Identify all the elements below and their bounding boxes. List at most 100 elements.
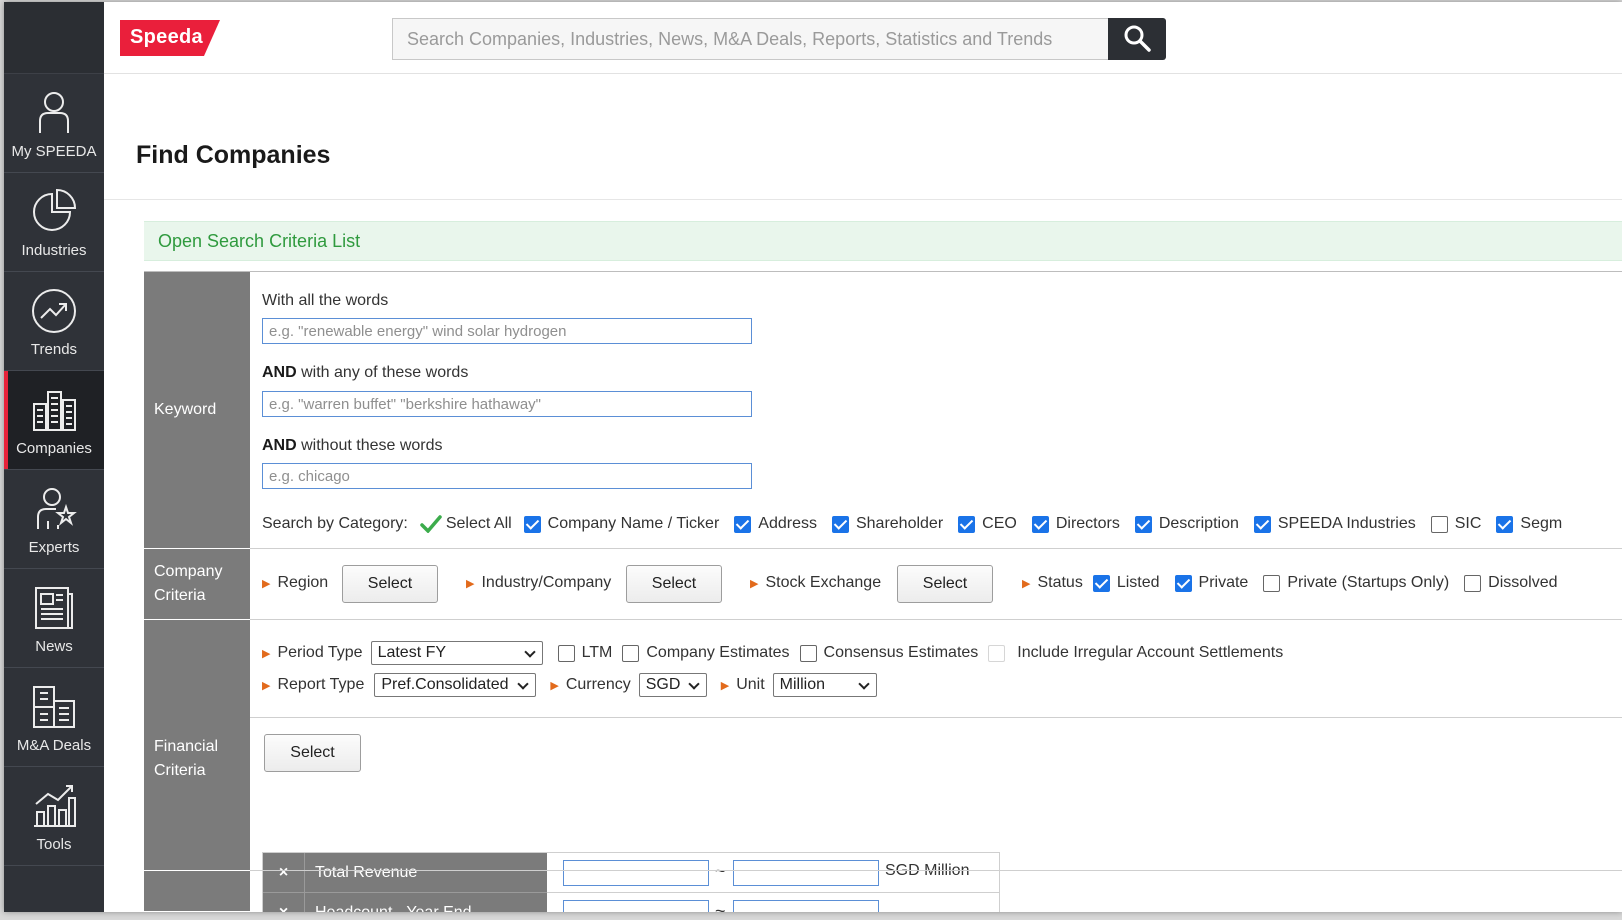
news-icon [35,586,73,629]
company-criteria-label-2: Criteria [154,587,206,604]
search-button[interactable] [1108,18,1166,60]
search-icon [1124,25,1151,52]
stock-exchange-label: Stock Exchange [765,574,882,591]
any-words-input[interactable] [262,391,752,417]
region-select-button[interactable]: Select [342,565,438,603]
global-search [392,18,1167,60]
trend-icon [32,288,76,333]
status-startups-checkbox[interactable] [1263,574,1281,592]
ltm-label: LTM [581,644,613,661]
select-all-link[interactable]: Select All [420,515,512,533]
status-private-checkbox[interactable] [1174,574,1192,592]
headcount-min-input[interactable] [563,900,709,912]
stock-exchange-select-button[interactable]: Select [897,565,993,603]
keyword-row-label: Keyword [144,272,250,548]
consensus-estimates-checkbox[interactable] [799,644,817,662]
remove-row-button[interactable]: × [263,893,305,912]
currency-select[interactable]: SGD [638,673,707,697]
status-dissolved-checkbox[interactable] [1464,574,1482,592]
arrow-icon: ▶ [1022,577,1031,590]
sidebar-item-my-speeda[interactable]: My SPEEDA [4,74,104,173]
currency-label: Currency [565,676,631,693]
sidebar-item-companies[interactable]: Companies [4,371,104,470]
title-divider [104,199,1622,200]
category-speeda-industries-checkbox[interactable] [1253,515,1271,533]
irregular-settlements-checkbox[interactable] [988,644,1006,662]
range-separator: ~ [715,861,726,881]
user-icon [39,91,69,133]
category-sic-checkbox[interactable] [1430,515,1448,533]
report-type-select[interactable]: Pref.Consolidated [374,673,537,697]
region-filter: ▶ Region [262,574,328,592]
category-description-checkbox[interactable] [1134,515,1152,533]
irregular-settlements-label: Include Irregular Account Settlements [1017,644,1284,661]
period-type-select[interactable]: Latest FY [370,641,543,665]
status-option-label: Private (Startups Only) [1287,574,1450,591]
all-words-label: With all the words [262,292,389,309]
logo-text: Speeda [130,26,203,48]
search-input[interactable] [392,18,1112,60]
sidebar-item-label: My SPEEDA [11,142,97,160]
sidebar-item-tools[interactable]: Tools [4,767,104,866]
ltm-checkbox[interactable] [557,644,575,662]
category-segment-checkbox[interactable] [1496,515,1514,533]
company-estimates-checkbox[interactable] [622,644,640,662]
headcount-max-input[interactable] [733,900,879,912]
company-criteria-section: ▶ Region Select ▶ Industry/Company Select … [250,549,1622,619]
financial-criteria-section: ▶ Period Type Latest FY LTM Company Esti… [250,620,1622,870]
report-type-label: Report Type [277,676,365,693]
category-label-text: Address [758,515,817,532]
industry-select-button[interactable]: Select [626,565,722,603]
status-listed-checkbox[interactable] [1092,574,1110,592]
category-label-text: Segm [1520,515,1563,532]
keyword-label: Keyword [154,401,217,418]
sidebar-item-label: Industries [21,241,87,259]
industry-filter: ▶ Industry/Company [466,574,611,592]
category-address-checkbox[interactable] [734,515,752,533]
open-criteria-list-link[interactable]: Open Search Criteria List [158,231,360,252]
all-words-input[interactable] [262,318,752,344]
period-type-row: ▶ Period Type Latest FY LTM Company Esti… [262,641,1283,665]
sidebar-item-trends[interactable]: Trends [4,272,104,371]
table-row: × Headcount - Year End ~ [263,893,1001,912]
arrow-icon: ▶ [750,577,759,590]
sidebar-item-news[interactable]: News [4,569,104,668]
without-words-input[interactable] [262,463,752,489]
unit-select[interactable]: Million [772,673,877,697]
sidebar-item-label: Companies [16,439,92,457]
company-criteria-row-label: Company Criteria [144,549,250,619]
unit-text: SGD Million [885,862,970,879]
any-words-text: with any of these words [296,364,469,381]
category-label-text: Description [1158,515,1239,532]
top-header: Speeda [104,2,1622,74]
company-criteria-label-1: Company [154,563,223,580]
next-row-label [144,871,250,911]
sidebar-item-experts[interactable]: Experts [4,470,104,569]
arrow-icon: ▶ [550,679,559,692]
without-words-label: AND without these words [262,437,443,455]
sidebar-item-ma-deals[interactable]: M&A Deals [4,668,104,767]
category-shareholder-checkbox[interactable] [831,515,849,533]
report-type-row: ▶ Report Type Pref.Consolidated ▶ Curren… [262,673,877,697]
speeda-logo[interactable]: Speeda [120,20,220,56]
category-filter: Search by Category: Select All Company N… [262,515,1562,533]
without-words-text: without these words [296,437,443,454]
main-content: Find Companies Open Search Criteria List… [104,75,1622,912]
category-ceo-checkbox[interactable] [958,515,976,533]
category-company-name-checkbox[interactable] [523,515,541,533]
status-option-label: Dissolved [1488,574,1558,591]
revenue-max-input[interactable] [733,860,879,886]
arrow-icon: ▶ [466,577,475,590]
revenue-min-input[interactable] [563,860,709,886]
financial-criteria-label-1: Financial [154,738,219,755]
category-directors-checkbox[interactable] [1031,515,1049,533]
page-title: Find Companies [136,141,331,169]
remove-row-button[interactable]: × [263,853,305,892]
criterion-name: Headcount - Year End [305,893,547,912]
financial-select-button[interactable]: Select [264,734,361,772]
category-label-text: SPEEDA Industries [1277,515,1416,532]
checkmark-icon [420,515,442,533]
range-separator: ~ [715,901,726,912]
sidebar-item-industries[interactable]: Industries [4,173,104,272]
any-words-and: AND [262,364,297,381]
